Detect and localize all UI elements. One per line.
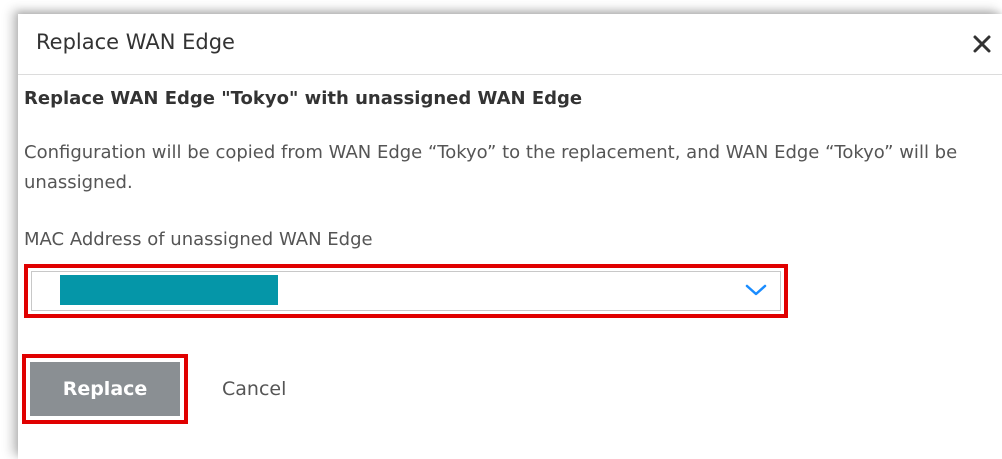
replace-button[interactable]: Replace: [30, 362, 180, 416]
dialog-header: Replace WAN Edge: [18, 14, 1002, 75]
dialog-description: Configuration will be copied from WAN Ed…: [24, 142, 958, 193]
redacted-mac-address: [60, 275, 278, 305]
mac-address-select[interactable]: [31, 271, 781, 311]
chevron-down-icon[interactable]: [744, 282, 768, 298]
dialog-title: Replace WAN Edge: [36, 30, 235, 54]
mac-address-label: MAC Address of unassigned WAN Edge: [24, 229, 373, 250]
close-icon[interactable]: [972, 34, 992, 54]
cancel-button[interactable]: Cancel: [222, 362, 342, 416]
dialog-subtitle: Replace WAN Edge "Tokyo" with unassigned…: [24, 88, 583, 109]
